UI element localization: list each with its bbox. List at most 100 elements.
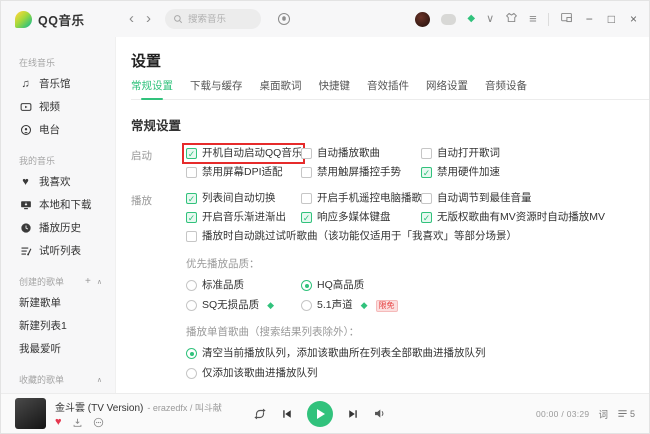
play-icon	[317, 409, 325, 419]
collapse-created-button[interactable]: ∧	[94, 276, 105, 287]
sidebar-item-music-hall[interactable]: ♫ 音乐馆	[19, 72, 105, 95]
checkbox-disable-hw-accel[interactable]: ✓ 禁用硬件加速	[421, 166, 500, 179]
radio-replace-queue[interactable]: 清空当前播放队列，添加该歌曲所在列表全部歌曲进播放队列	[186, 347, 649, 360]
checkbox-label: 自动打开歌词	[437, 147, 500, 160]
radio-surround-51[interactable]: 5.1声道 ◆ 限免	[301, 299, 649, 312]
music-note-icon: ♫	[19, 78, 32, 90]
checkbox-label: 开机自动启动QQ音乐	[202, 147, 302, 160]
maximize-button[interactable]: □	[606, 12, 617, 26]
sidebar-item-my-best-loved[interactable]: 我最爱听	[19, 337, 105, 360]
search-input[interactable]	[188, 14, 258, 25]
sidebar-item-label: 我最爱听	[19, 341, 61, 356]
tab-desktop-lyrics[interactable]: 桌面歌词	[260, 78, 302, 93]
play-queue-button[interactable]: 5	[617, 408, 635, 419]
radio-unselected-icon	[186, 300, 197, 311]
album-art[interactable]	[15, 398, 46, 429]
user-avatar[interactable]	[415, 12, 430, 27]
collapse-collected-button[interactable]: ∧	[94, 374, 105, 385]
nav-back-button[interactable]: ‹	[129, 10, 134, 28]
checkbox-fade-in-out[interactable]: ✓ 开启音乐渐进渐出	[186, 211, 301, 224]
minimize-button[interactable]: −	[584, 12, 595, 26]
sidebar-item-new-list-1[interactable]: 新建列表1	[19, 314, 105, 337]
skin-button[interactable]	[505, 11, 518, 28]
shirt-icon	[505, 11, 518, 24]
checkbox-disable-dpi[interactable]: 禁用屏幕DPI适配	[186, 166, 301, 179]
sidebar-item-audition-list[interactable]: 试听列表	[19, 239, 105, 262]
checkbox-phone-remote[interactable]: 开启手机遥控电脑播歌	[301, 192, 421, 205]
titlebar-right: ◆ ∨ ≡ − □ ×	[415, 11, 639, 28]
checkbox-checked-icon: ✓	[186, 212, 197, 223]
more-button[interactable]	[93, 417, 104, 428]
checkbox-label: 禁用屏幕DPI适配	[202, 166, 283, 179]
previous-button[interactable]	[281, 408, 293, 420]
settings-page: 设置 常规设置 下载与缓存 桌面歌词 快捷键 音效插件 网络设置 音频设备 常规…	[116, 37, 649, 393]
sidebar: 在线音乐 ♫ 音乐馆 视频 电台 我的音乐 ♥ 我喜欢	[1, 37, 116, 393]
radio-hq-quality[interactable]: HQ高品质	[301, 279, 649, 292]
sidebar-item-video[interactable]: 视频	[19, 95, 105, 118]
vip-diamond-button[interactable]: ◆	[467, 12, 475, 26]
tab-audio-devices[interactable]: 音频设备	[485, 78, 527, 93]
chevron-up-icon: ∧	[97, 377, 102, 384]
add-playlist-button[interactable]: +	[82, 276, 94, 287]
radio-standard-quality[interactable]: 标准品质	[186, 279, 301, 292]
search-box[interactable]	[165, 9, 261, 29]
lyrics-button[interactable]: 词	[598, 407, 608, 421]
nav-forward-button[interactable]: ›	[146, 10, 151, 28]
checkbox-media-keys[interactable]: ✓ 响应多媒体键盘	[301, 211, 421, 224]
startup-options: ✓ 开机自动启动QQ音乐 自动播放歌曲 自动打开歌词 禁用屏幕DPI适配	[186, 147, 500, 179]
playlist-icon	[19, 245, 32, 257]
close-icon: ×	[630, 12, 637, 26]
checkbox-auto-play-mv[interactable]: ✓ 无版权歌曲有MV资源时自动播放MV	[421, 211, 605, 224]
song-title[interactable]: 金斗雲 (TV Version)	[55, 399, 143, 414]
radio-unselected-icon	[301, 300, 312, 311]
checkbox-checked-icon: ✓	[186, 193, 197, 204]
song-artist[interactable]: - erazedfx / 叫斗献	[147, 401, 222, 414]
checkbox-auto-best-volume[interactable]: 自动调节到最佳音量	[421, 192, 605, 205]
sidebar-item-new-playlist[interactable]: 新建歌单	[19, 291, 105, 314]
history-clock-icon	[19, 222, 32, 234]
sidebar-section-my-music: 我的音乐	[19, 154, 105, 167]
song-line: 金斗雲 (TV Version) - erazedfx / 叫斗献	[55, 399, 227, 414]
volume-button[interactable]	[373, 407, 386, 420]
general-section-title: 常规设置	[131, 115, 649, 134]
sidebar-item-label: 本地和下载	[39, 197, 92, 212]
play-mode-button[interactable]	[253, 407, 267, 421]
close-button[interactable]: ×	[628, 12, 639, 26]
radio-sq-lossless[interactable]: SQ无损品质 ◆	[186, 299, 301, 312]
checkbox-auto-open-lyrics[interactable]: 自动打开歌词	[421, 147, 500, 160]
account-dropdown-button[interactable]: ∨	[486, 12, 494, 26]
section-title-created: 创建的歌单	[19, 275, 64, 288]
main-menu-button[interactable]: ≡	[529, 12, 537, 27]
checkbox-auto-switch-list[interactable]: ✓ 列表间自动切换	[186, 192, 301, 205]
tab-sound-plugins[interactable]: 音效插件	[367, 78, 409, 93]
sidebar-item-radio[interactable]: 电台	[19, 118, 105, 141]
tab-download-cache[interactable]: 下载与缓存	[190, 78, 243, 93]
checkbox-auto-launch[interactable]: ✓ 开机自动启动QQ音乐	[186, 147, 301, 160]
checkbox-checked-icon: ✓	[301, 212, 312, 223]
sidebar-section-created: 创建的歌单 + ∧	[19, 275, 105, 288]
music-recognition-button[interactable]	[277, 12, 291, 26]
app-logo[interactable]: QQ音乐	[15, 10, 115, 29]
sidebar-item-favorites[interactable]: ♥ 我喜欢	[19, 170, 105, 193]
radio-label: 5.1声道	[317, 299, 353, 312]
music-recognition-icon	[277, 12, 291, 26]
checkbox-label: 开启手机遥控电脑播歌	[317, 192, 422, 205]
checkbox-auto-play-song[interactable]: 自动播放歌曲	[301, 147, 421, 160]
next-button[interactable]	[347, 408, 359, 420]
like-button[interactable]: ♥	[55, 417, 62, 428]
checkbox-skip-trial[interactable]: 播放时自动跳过试听歌曲（该功能仅适用于「我喜欢」等部分场景）	[186, 230, 605, 243]
radio-append-only[interactable]: 仅添加该歌曲进播放队列	[186, 367, 649, 380]
tab-general[interactable]: 常规设置	[131, 78, 173, 93]
sidebar-item-local-downloads[interactable]: 本地和下载	[19, 193, 105, 216]
checkbox-disable-touch-gesture[interactable]: 禁用触屏播控手势	[301, 166, 421, 179]
download-button[interactable]	[72, 417, 83, 428]
sidebar-item-play-history[interactable]: 播放历史	[19, 216, 105, 239]
tab-network[interactable]: 网络设置	[426, 78, 468, 93]
plus-icon: +	[85, 276, 91, 287]
checkbox-unchecked-icon	[421, 148, 432, 159]
member-badge[interactable]	[441, 14, 456, 25]
tab-hotkeys[interactable]: 快捷键	[319, 78, 351, 93]
play-button[interactable]	[307, 401, 333, 427]
mini-mode-button[interactable]	[560, 11, 573, 28]
quality-options: 标准品质 HQ高品质 SQ无损品质 ◆ 5.1声道 ◆	[186, 279, 649, 312]
